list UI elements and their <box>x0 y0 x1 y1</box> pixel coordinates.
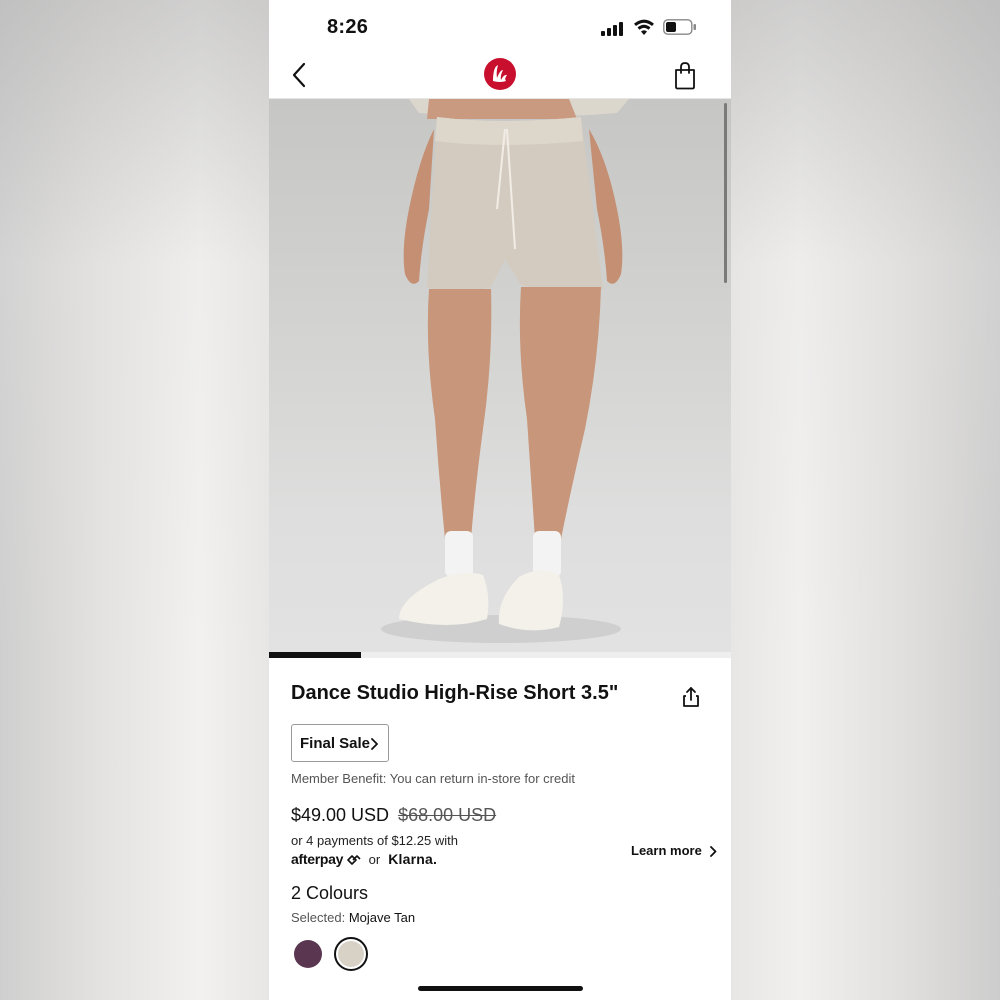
battery-icon <box>663 19 696 35</box>
price-row: $49.00 USD $68.00 USD <box>291 805 496 826</box>
final-sale-button[interactable]: Final Sale <box>291 724 389 762</box>
colour-swatch-plum[interactable] <box>294 940 322 968</box>
selected-colour-value: Mojave Tan <box>348 910 416 925</box>
afterpay-arrows-icon <box>346 855 361 866</box>
afterpay-label: afterpay <box>291 851 344 867</box>
payment-providers: afterpay or Klarna. <box>291 851 437 867</box>
colours-heading: 2 Colours <box>291 883 369 903</box>
current-price: $49.00 USD <box>291 805 390 825</box>
selected-colour: Selected: Mojave Tan <box>291 910 415 925</box>
chevron-right-icon <box>371 738 378 750</box>
shopping-bag-button[interactable] <box>673 60 697 90</box>
status-time: 8:26 <box>327 16 369 38</box>
cellular-signal-icon <box>601 22 623 36</box>
afterpay-logo: afterpay <box>291 851 361 867</box>
product-photo <box>381 99 629 643</box>
product-details: Dance Studio High-Rise Short 3.5" Final … <box>269 658 731 1000</box>
navigation-bar <box>269 52 731 99</box>
learn-more-label: Learn more <box>631 843 702 858</box>
member-benefit-text: Member Benefit: You can return in-store … <box>291 771 575 786</box>
phone-screen: 8:26 Dance Studio High-Rise Short 3.5" F… <box>269 0 731 1000</box>
lululemon-logo-icon[interactable] <box>484 58 516 90</box>
wifi-icon <box>634 19 654 35</box>
chevron-right-icon <box>710 846 717 857</box>
learn-more-link[interactable]: Learn more <box>631 843 717 858</box>
klarna-logo: Klarna. <box>388 851 438 867</box>
back-button[interactable] <box>289 60 311 90</box>
status-bar: 8:26 <box>269 0 731 52</box>
scroll-indicator <box>724 103 727 283</box>
installments-text: or 4 payments of $12.25 with <box>291 833 458 848</box>
logo-mark-icon <box>493 65 507 82</box>
original-price: $68.00 USD <box>398 805 497 825</box>
selected-colour-label: Selected: <box>291 910 346 925</box>
home-indicator[interactable] <box>418 986 583 991</box>
colour-swatch-mojave-tan-fill <box>338 941 364 967</box>
share-button[interactable] <box>681 686 701 708</box>
product-title: Dance Studio High-Rise Short 3.5" <box>291 682 619 704</box>
product-image[interactable] <box>269 99 731 655</box>
or-label: or <box>368 851 381 867</box>
final-sale-label: Final Sale <box>300 734 371 752</box>
